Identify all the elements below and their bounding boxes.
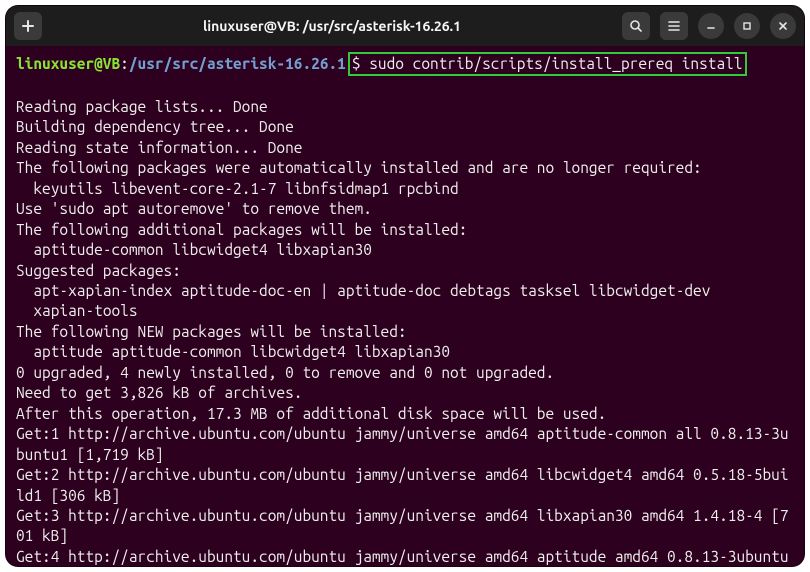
prompt-symbol: $	[352, 55, 361, 72]
output-line: The following packages were automaticall…	[16, 159, 702, 176]
search-button[interactable]	[622, 12, 650, 40]
highlighted-command: $ sudo contrib/scripts/install_prereq in…	[348, 52, 747, 76]
terminal-content[interactable]: linuxuser@VB:/usr/src/asterisk-16.26.1$ …	[6, 46, 804, 566]
output-line: The following NEW packages will be insta…	[16, 323, 407, 340]
output-line: Get:4 http://archive.ubuntu.com/ubuntu j…	[16, 548, 789, 566]
output-line: Get:2 http://archive.ubuntu.com/ubuntu j…	[16, 466, 789, 503]
output-line: xapian-tools	[16, 302, 138, 319]
prompt-line: linuxuser@VB:/usr/src/asterisk-16.26.1$ …	[16, 52, 794, 76]
output-line: After this operation, 17.3 MB of additio…	[16, 405, 606, 422]
output-line: Reading package lists... Done	[16, 98, 268, 115]
output-line: apt-xapian-index aptitude-doc-en | aptit…	[16, 282, 710, 299]
output-line: Need to get 3,826 kB of archives.	[16, 384, 302, 401]
output-line: Use 'sudo apt autoremove' to remove them…	[16, 200, 372, 217]
maximize-button[interactable]	[734, 13, 760, 39]
minimize-button[interactable]	[698, 13, 724, 39]
output-line: Get:3 http://archive.ubuntu.com/ubuntu j…	[16, 507, 789, 544]
hamburger-menu-button[interactable]	[660, 12, 688, 40]
output-line: 0 upgraded, 4 newly installed, 0 to remo…	[16, 364, 554, 381]
output-line: keyutils libevent-core-2.1-7 libnfsidmap…	[16, 180, 459, 197]
titlebar: linuxuser@VB: /usr/src/asterisk-16.26.1	[6, 6, 804, 46]
output-line: The following additional packages will b…	[16, 221, 467, 238]
prompt-separator: :	[120, 55, 129, 72]
output-line: aptitude-common libcwidget4 libxapian30	[16, 241, 372, 258]
output-line: Reading state information... Done	[16, 139, 302, 156]
close-button[interactable]	[770, 13, 796, 39]
window-title: linuxuser@VB: /usr/src/asterisk-16.26.1	[50, 18, 614, 34]
output-line: aptitude aptitude-common libcwidget4 lib…	[16, 343, 450, 360]
terminal-window: linuxuser@VB: /usr/src/asterisk-16.26.1 …	[6, 6, 804, 566]
output-line: Get:1 http://archive.ubuntu.com/ubuntu j…	[16, 425, 789, 462]
output-line: Suggested packages:	[16, 262, 181, 279]
command-text: sudo contrib/scripts/install_prereq inst…	[369, 55, 742, 72]
new-tab-button[interactable]	[14, 12, 42, 40]
prompt-path: /usr/src/asterisk-16.26.1	[129, 55, 346, 72]
output-line: Building dependency tree... Done	[16, 118, 294, 135]
prompt-user-host: linuxuser@VB	[16, 55, 120, 72]
